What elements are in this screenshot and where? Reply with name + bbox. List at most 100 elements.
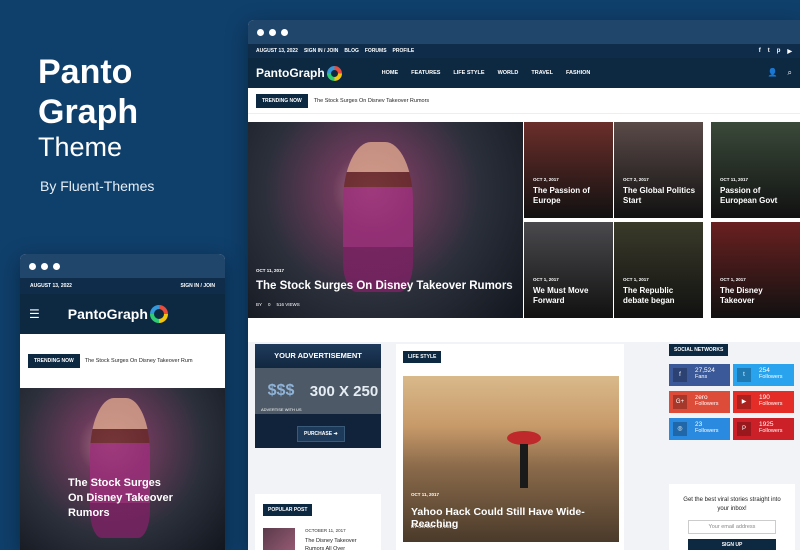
window-dot-icon bbox=[29, 262, 36, 270]
window-dot-icon bbox=[257, 28, 264, 36]
lifestyle-meta: BY ON OCT 11, 2017 bbox=[411, 524, 454, 529]
grid-tile-2[interactable]: OCT 2, 2017 The Global Politics Start bbox=[614, 122, 703, 218]
mobile-featured-article[interactable]: The Stock Surges On Disney Takeover Rumo… bbox=[20, 388, 225, 550]
desktop-preview-window: AUGUST 13, 2022 SIGN IN / JOIN BLOG FORU… bbox=[248, 20, 800, 550]
tile-title[interactable]: The Passion of Europe bbox=[533, 186, 611, 206]
youtube-unit: Followers bbox=[759, 401, 783, 407]
twitter-icon[interactable]: t bbox=[768, 48, 770, 55]
tile-date: OCT 2, 2017 bbox=[533, 177, 559, 182]
facebook-counter[interactable]: f 27,524 Fans bbox=[669, 364, 730, 386]
lifestyle-on: ON OCT 11, 2017 bbox=[418, 524, 455, 529]
grid-tile-1[interactable]: OCT 2, 2017 The Passion of Europe bbox=[524, 122, 613, 218]
window-dot-icon bbox=[281, 28, 288, 36]
nav-item-lifestyle[interactable]: LIFE STYLE bbox=[453, 70, 484, 76]
top-link-forums[interactable]: FORUMS bbox=[365, 48, 387, 54]
ad-title: YOUR ADVERTISEMENT bbox=[255, 344, 381, 368]
nav-item-fashion[interactable]: FASHION bbox=[566, 70, 590, 76]
mobile-trending-label: TRENDING NOW bbox=[28, 354, 80, 368]
mobile-top-strip: AUGUST 13, 2022 SIGN IN / JOIN bbox=[20, 278, 225, 294]
newsletter-text: Get the best viral stories straight into… bbox=[683, 497, 781, 512]
newsletter-widget: Get the best viral stories straight into… bbox=[669, 484, 795, 550]
mobile-signin-link[interactable]: SIGN IN / JOIN bbox=[181, 283, 215, 289]
lifestyle-by: BY bbox=[411, 524, 417, 529]
top-link-blog[interactable]: BLOG bbox=[344, 48, 358, 54]
mobile-featured-title[interactable]: The Stock Surges On Disney Takeover Rumo… bbox=[68, 476, 178, 521]
social-label: SOCIAL NETWORKS bbox=[669, 344, 729, 356]
pinterest-icon[interactable]: p bbox=[777, 48, 781, 55]
trending-label: TRENDING NOW bbox=[256, 93, 308, 108]
ad-advertise-text: ADVERTISE WITH US bbox=[261, 407, 302, 412]
ad-size: 300 X 250 bbox=[309, 382, 379, 400]
youtube-icon[interactable]: ▶ bbox=[787, 48, 792, 55]
ad-dollar: $$$ bbox=[267, 382, 295, 399]
hamburger-menu-icon[interactable]: ☰ bbox=[29, 307, 40, 321]
popular-label: POPULAR POST bbox=[263, 504, 313, 516]
lifestyle-article[interactable]: OCT 11, 2017 Yahoo Hack Could Still Have… bbox=[403, 376, 619, 542]
grid-tile-6[interactable]: OCT 1, 2017 The Disney Takeover bbox=[711, 222, 800, 318]
mobile-preview-window: AUGUST 13, 2022 SIGN IN / JOIN ☰ PantoGr… bbox=[20, 254, 225, 550]
user-icon[interactable]: 👤 bbox=[768, 68, 778, 78]
popular-title[interactable]: The Disney Takeover Rumors All Over bbox=[305, 537, 375, 550]
twitter-unit: Followers bbox=[759, 374, 783, 380]
grid-tile-5[interactable]: OCT 1, 2017 The Republic debate began bbox=[614, 222, 703, 318]
email-field[interactable]: Your email address bbox=[688, 520, 776, 534]
signup-button[interactable]: SIGN UP bbox=[688, 539, 776, 550]
googleplus-icon: G+ bbox=[673, 395, 687, 409]
lifestyle-section: LIFE STYLE OCT 11, 2017 Yahoo Hack Could… bbox=[396, 344, 624, 550]
featured-article[interactable]: OCT 11, 2017 The Stock Surges On Disney … bbox=[248, 122, 523, 318]
lower-content: YOUR ADVERTISEMENT $$$ 300 X 250 ADVERTI… bbox=[248, 342, 800, 550]
mobile-date: AUGUST 13, 2022 bbox=[30, 283, 72, 289]
lifestyle-date: OCT 11, 2017 bbox=[411, 492, 440, 497]
window-dot-icon bbox=[53, 262, 60, 270]
googleplus-counter[interactable]: G+ zero Followers bbox=[669, 391, 730, 413]
pinterest-icon: P bbox=[737, 422, 751, 436]
tile-date: OCT 11, 2017 bbox=[720, 177, 749, 182]
popular-thumbnail[interactable] bbox=[263, 528, 295, 550]
trending-headline[interactable]: The Stock Surges On Disnev Takeover Rumo… bbox=[314, 98, 429, 104]
nav-item-features[interactable]: FEATURES bbox=[411, 70, 440, 76]
top-link-signin[interactable]: SIGN IN / JOIN bbox=[304, 48, 338, 54]
view-count: 516 VIEWS bbox=[276, 302, 300, 307]
nav-item-home[interactable]: HOME bbox=[382, 70, 399, 76]
featured-title[interactable]: The Stock Surges On Disney Takeover Rumo… bbox=[256, 280, 513, 292]
nav-item-travel[interactable]: TRAVEL bbox=[531, 70, 553, 76]
site-logo[interactable]: PantoGraph bbox=[256, 65, 342, 81]
tile-title[interactable]: Passion of European Govt bbox=[720, 186, 798, 206]
logo-text: PantoGraph bbox=[256, 66, 325, 80]
search-icon[interactable]: ⌕ bbox=[788, 68, 792, 78]
facebook-unit: Fans bbox=[695, 374, 708, 380]
nav-item-world[interactable]: WORLD bbox=[498, 70, 519, 76]
nav-menu: HOME FEATURES LIFE STYLE WORLD TRAVEL FA… bbox=[382, 70, 591, 76]
advertisement-box[interactable]: YOUR ADVERTISEMENT $$$ 300 X 250 ADVERTI… bbox=[255, 344, 381, 448]
featured-date: OCT 11, 2017 bbox=[256, 268, 285, 273]
top-date: AUGUST 13, 2022 bbox=[256, 48, 298, 54]
youtube-counter[interactable]: ▶ 190 Followers bbox=[733, 391, 794, 413]
top-strip: AUGUST 13, 2022 SIGN IN / JOIN BLOG FORU… bbox=[248, 44, 800, 58]
tile-date: OCT 1, 2017 bbox=[720, 277, 746, 282]
grid-tile-4[interactable]: OCT 1, 2017 We Must Move Forward bbox=[524, 222, 613, 318]
lifestyle-label: LIFE STYLE bbox=[403, 351, 442, 363]
tile-date: OCT 1, 2017 bbox=[533, 277, 559, 282]
mobile-trending-headline[interactable]: The Stock Surges On Disney Takeover Rum bbox=[85, 358, 193, 364]
top-link-profile[interactable]: PROFILE bbox=[393, 48, 415, 54]
grid-tile-3[interactable]: OCT 11, 2017 Passion of European Govt bbox=[711, 122, 800, 218]
instagram-counter[interactable]: ◎ 23 Followers bbox=[669, 418, 730, 440]
hero-subtitle: Theme bbox=[38, 132, 123, 162]
window-dot-icon bbox=[269, 28, 276, 36]
popular-date: OCTOBER 11, 2017 bbox=[305, 528, 346, 533]
tile-title[interactable]: The Global Politics Start bbox=[623, 186, 701, 206]
twitter-counter[interactable]: t 254 Followers bbox=[733, 364, 794, 386]
hero-title: Panto Graph bbox=[38, 52, 138, 132]
mobile-site-logo[interactable]: PantoGraph bbox=[68, 305, 168, 323]
tile-title[interactable]: The Republic debate began bbox=[623, 286, 701, 306]
tile-title[interactable]: We Must Move Forward bbox=[533, 286, 611, 306]
window-titlebar bbox=[20, 254, 225, 278]
window-dot-icon bbox=[41, 262, 48, 270]
twitter-icon: t bbox=[737, 368, 751, 382]
tile-title[interactable]: The Disney Takeover bbox=[720, 286, 798, 306]
nav-icons: 👤 ⌕ bbox=[768, 68, 792, 78]
ad-purchase-button[interactable]: PURCHASE ➜ bbox=[297, 426, 345, 442]
logo-ring-icon bbox=[326, 65, 342, 81]
pinterest-counter[interactable]: P 1925 Followers bbox=[733, 418, 794, 440]
facebook-icon[interactable]: f bbox=[759, 48, 761, 55]
